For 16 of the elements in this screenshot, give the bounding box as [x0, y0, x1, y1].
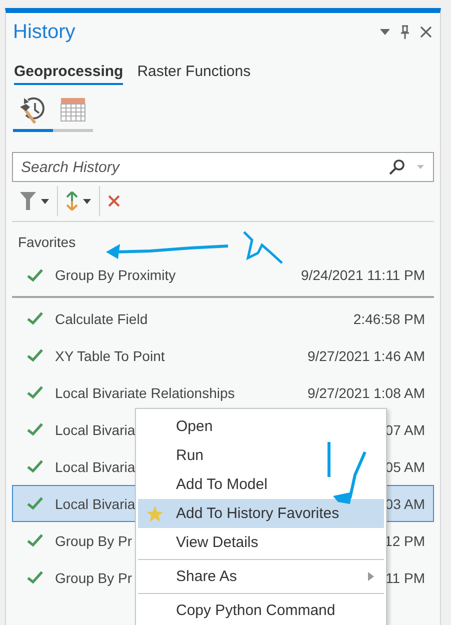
tool-name: Group By Pr: [55, 570, 132, 586]
tool-name: Calculate Field: [55, 310, 148, 326]
tool-name: Local Bivaria: [55, 422, 136, 438]
section-heading: Favorites: [18, 234, 76, 252]
tool-name: Local Bivaria: [55, 496, 136, 512]
tool-name: XY Table To Point: [55, 348, 165, 364]
run-time: 9/24/2021 11:11 PM: [300, 267, 425, 283]
tool-name: Group By Proximity: [55, 267, 176, 283]
run-time: 9/27/2021 1:46 AM: [307, 348, 425, 364]
panel-title: History: [13, 20, 76, 44]
run-time: 9/27/2021 1:08 AM: [307, 384, 425, 400]
run-time: 2:46:58 PM: [353, 310, 425, 326]
run-time: 11 PM: [386, 570, 425, 586]
tool-name: Group By Pr: [55, 532, 132, 548]
tool-name: Local Bivariate Relationships: [55, 384, 235, 400]
tool-name: Local Bivaria: [55, 458, 136, 474]
